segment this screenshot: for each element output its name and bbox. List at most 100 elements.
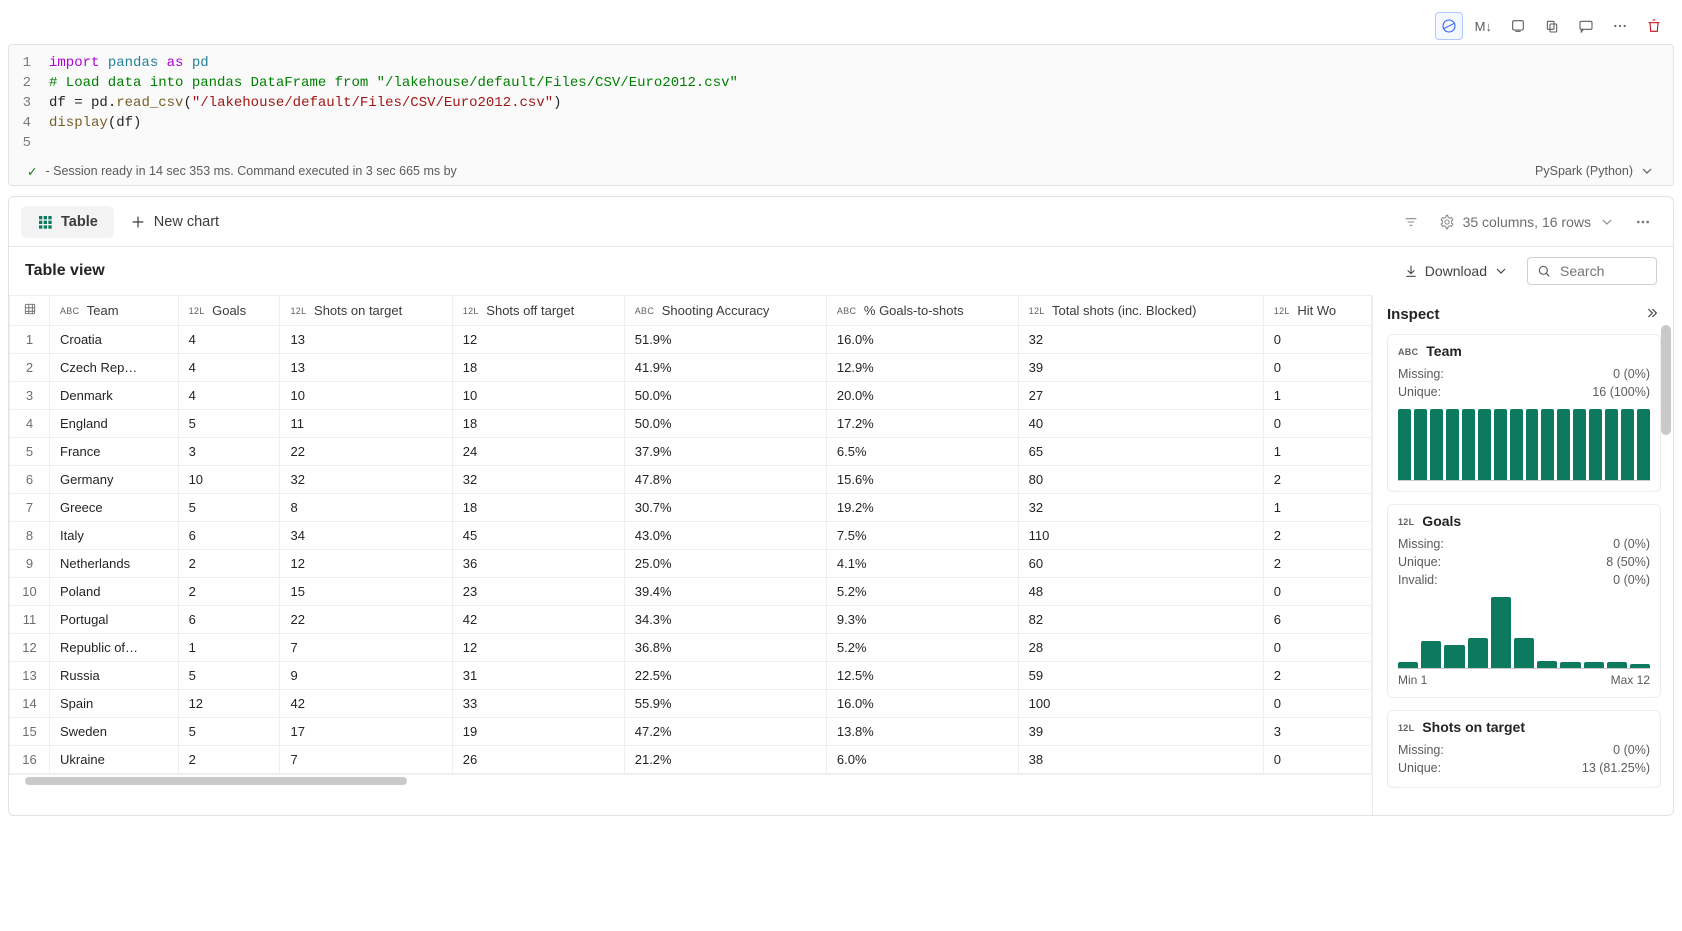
cell[interactable]: 11 xyxy=(280,410,452,438)
cell[interactable]: Netherlands xyxy=(50,550,179,578)
cell[interactable]: 13 xyxy=(280,326,452,354)
cell[interactable]: 0 xyxy=(1263,746,1371,774)
cell[interactable]: 13 xyxy=(280,354,452,382)
cell[interactable]: 12 xyxy=(178,690,280,718)
cell[interactable]: 42 xyxy=(280,690,452,718)
column-header[interactable]: Hit Wo xyxy=(1263,296,1371,326)
cell[interactable]: 31 xyxy=(452,662,624,690)
cell[interactable]: 5 xyxy=(178,494,280,522)
run-selection-button[interactable] xyxy=(1504,12,1532,40)
cell[interactable]: 39.4% xyxy=(624,578,826,606)
delete-cell-button[interactable] xyxy=(1640,12,1668,40)
cell[interactable]: 33 xyxy=(452,690,624,718)
cell[interactable]: 12 xyxy=(452,634,624,662)
cell[interactable]: 38 xyxy=(1018,746,1263,774)
copy-cell-button[interactable] xyxy=(1538,12,1566,40)
cell[interactable]: 17 xyxy=(280,718,452,746)
cell[interactable]: 30.7% xyxy=(624,494,826,522)
cell[interactable]: 32 xyxy=(1018,494,1263,522)
table-row[interactable]: 16Ukraine272621.2%6.0%380 xyxy=(10,746,1372,774)
code-content[interactable]: import pandas as pd xyxy=(49,53,209,73)
cell[interactable]: Portugal xyxy=(50,606,179,634)
code-editor[interactable]: 1import pandas as pd2# Load data into pa… xyxy=(8,44,1674,186)
cell[interactable]: 3 xyxy=(1263,718,1371,746)
cell[interactable]: 110 xyxy=(1018,522,1263,550)
cell[interactable]: 36 xyxy=(452,550,624,578)
cell[interactable]: Greece xyxy=(50,494,179,522)
cell[interactable]: 10 xyxy=(280,382,452,410)
cell[interactable]: 39 xyxy=(1018,718,1263,746)
cell[interactable]: 5 xyxy=(178,662,280,690)
search-input[interactable] xyxy=(1558,262,1648,280)
cell[interactable]: 47.8% xyxy=(624,466,826,494)
cell[interactable]: 59 xyxy=(1018,662,1263,690)
cell[interactable]: 10 xyxy=(452,382,624,410)
table-row[interactable]: 10Poland2152339.4%5.2%480 xyxy=(10,578,1372,606)
cell[interactable]: 2 xyxy=(1263,466,1371,494)
table-row[interactable]: 4England5111850.0%17.2%400 xyxy=(10,410,1372,438)
cell[interactable]: 6 xyxy=(1263,606,1371,634)
cell[interactable]: France xyxy=(50,438,179,466)
code-content[interactable]: # Load data into pandas DataFrame from "… xyxy=(49,73,738,93)
data-table-scroll[interactable]: Team Goals Shots on target Shots off tar… xyxy=(9,295,1373,815)
horizontal-scrollbar[interactable] xyxy=(9,774,1372,786)
cell[interactable]: 6 xyxy=(178,606,280,634)
cell[interactable]: 13.8% xyxy=(826,718,1018,746)
cell[interactable]: 7 xyxy=(280,746,452,774)
cell[interactable]: 1 xyxy=(1263,382,1371,410)
cell[interactable]: 4 xyxy=(178,326,280,354)
cell[interactable]: 40 xyxy=(1018,410,1263,438)
cell[interactable]: 2 xyxy=(1263,662,1371,690)
cell[interactable]: 55.9% xyxy=(624,690,826,718)
cell[interactable]: 32 xyxy=(1018,326,1263,354)
cell[interactable]: 51.9% xyxy=(624,326,826,354)
cell[interactable]: 1 xyxy=(1263,438,1371,466)
cell[interactable]: 32 xyxy=(280,466,452,494)
cell[interactable]: 16.0% xyxy=(826,326,1018,354)
cell[interactable]: 36.8% xyxy=(624,634,826,662)
cell[interactable]: 25.0% xyxy=(624,550,826,578)
cell[interactable]: 2 xyxy=(1263,522,1371,550)
cell[interactable]: 10 xyxy=(178,466,280,494)
inspect-card[interactable]: GoalsMissing:0 (0%)Unique:8 (50%)Invalid… xyxy=(1387,504,1661,698)
cell[interactable]: 4.1% xyxy=(826,550,1018,578)
table-row[interactable]: 11Portugal6224234.3%9.3%826 xyxy=(10,606,1372,634)
cell[interactable]: 0 xyxy=(1263,690,1371,718)
cell[interactable]: 21.2% xyxy=(624,746,826,774)
cell[interactable]: 8 xyxy=(280,494,452,522)
table-row[interactable]: 3Denmark4101050.0%20.0%271 xyxy=(10,382,1372,410)
cell[interactable]: 2 xyxy=(178,746,280,774)
table-row[interactable]: 1Croatia4131251.9%16.0%320 xyxy=(10,326,1372,354)
cell[interactable]: 18 xyxy=(452,354,624,382)
table-row[interactable]: 15Sweden5171947.2%13.8%393 xyxy=(10,718,1372,746)
vertical-scrollbar[interactable] xyxy=(1661,325,1671,435)
cell[interactable]: 4 xyxy=(178,382,280,410)
cell[interactable]: 82 xyxy=(1018,606,1263,634)
cell[interactable]: 37.9% xyxy=(624,438,826,466)
cell[interactable]: 4 xyxy=(178,354,280,382)
cell[interactable]: Sweden xyxy=(50,718,179,746)
cell[interactable]: Croatia xyxy=(50,326,179,354)
tab-new-chart[interactable]: New chart xyxy=(114,206,235,238)
cell[interactable]: Denmark xyxy=(50,382,179,410)
cell[interactable]: 1 xyxy=(1263,494,1371,522)
cell[interactable]: 0 xyxy=(1263,326,1371,354)
code-content[interactable]: df = pd.read_csv("/lakehouse/default/Fil… xyxy=(49,93,562,113)
cell[interactable]: 50.0% xyxy=(624,382,826,410)
cell[interactable]: 34 xyxy=(280,522,452,550)
table-row[interactable]: 8Italy6344543.0%7.5%1102 xyxy=(10,522,1372,550)
cell[interactable]: 42 xyxy=(452,606,624,634)
cell[interactable]: 6 xyxy=(178,522,280,550)
table-row[interactable]: 7Greece581830.7%19.2%321 xyxy=(10,494,1372,522)
cell[interactable]: 19.2% xyxy=(826,494,1018,522)
collapse-inspect-button[interactable] xyxy=(1645,305,1661,324)
download-button[interactable]: Download xyxy=(1397,259,1515,283)
cell[interactable]: 24 xyxy=(452,438,624,466)
cell[interactable]: 17.2% xyxy=(826,410,1018,438)
table-row[interactable]: 9Netherlands2123625.0%4.1%602 xyxy=(10,550,1372,578)
column-header[interactable]: Goals xyxy=(178,296,280,326)
comments-button[interactable] xyxy=(1572,12,1600,40)
cell[interactable]: 80 xyxy=(1018,466,1263,494)
cell[interactable]: Czech Rep… xyxy=(50,354,179,382)
more-cell-actions-button[interactable] xyxy=(1606,12,1634,40)
